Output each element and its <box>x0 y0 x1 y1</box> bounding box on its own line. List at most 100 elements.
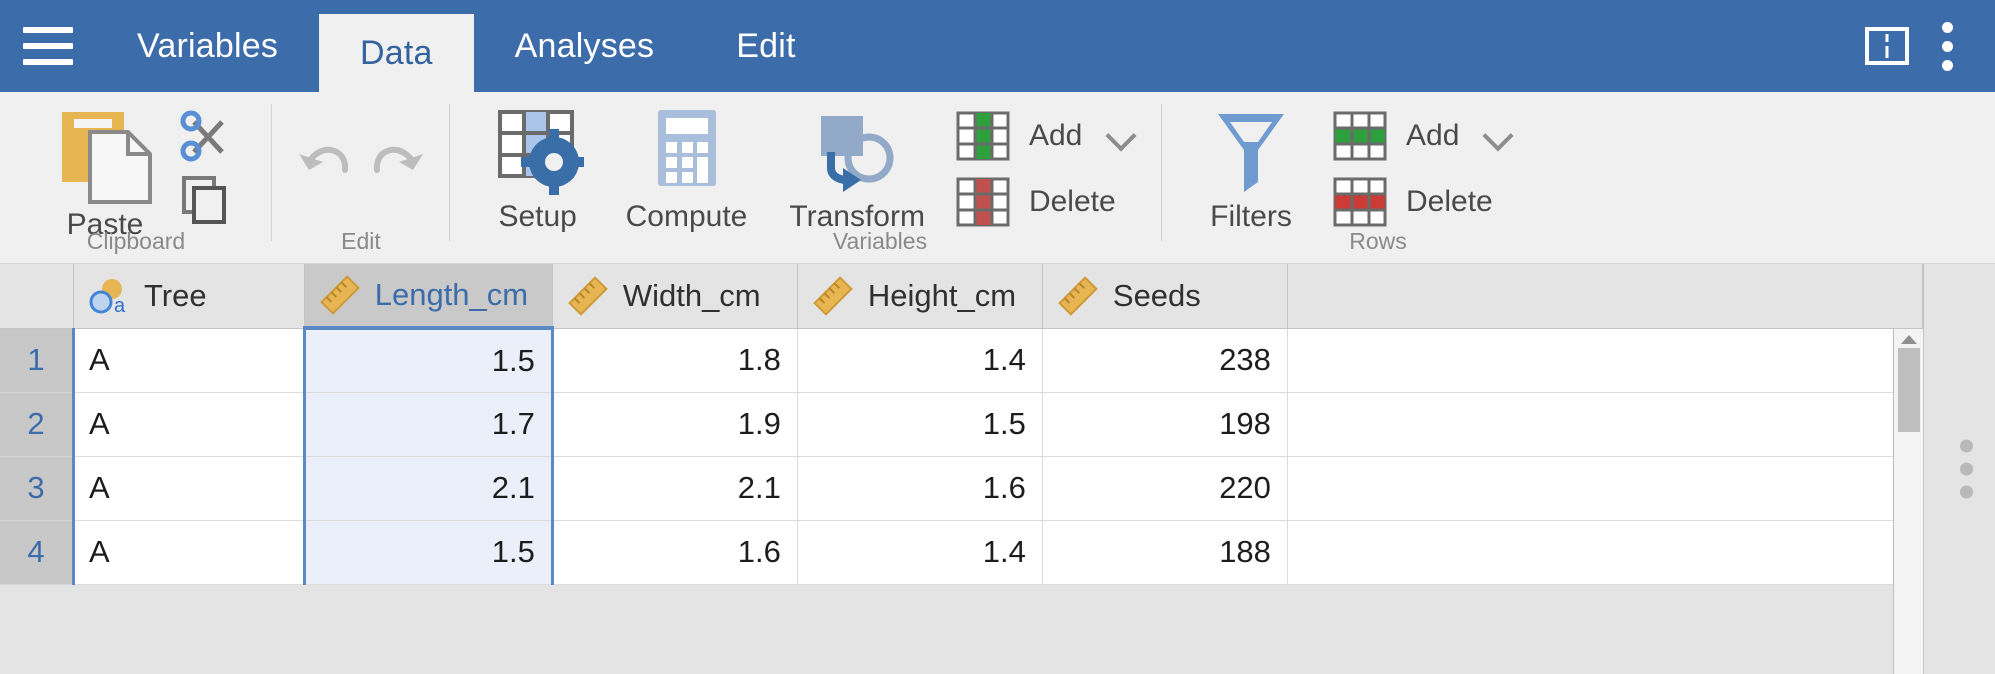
scroll-up-arrow-icon[interactable] <box>1900 335 1917 344</box>
kebab-dot <box>1941 59 1953 71</box>
grid-cell[interactable]: 1.5 <box>797 392 1043 457</box>
undo-arrow-icon <box>299 146 349 173</box>
setup-button[interactable]: Setup <box>480 102 596 236</box>
row-add-button[interactable]: Add <box>1332 110 1514 162</box>
grid-cell[interactable]: A <box>73 328 305 393</box>
row-header[interactable]: 2 <box>0 392 75 457</box>
table-row[interactable]: 1 A 1.5 1.8 1.4 238 <box>0 328 1924 393</box>
kebab-menu-icon[interactable] <box>1927 18 1967 74</box>
transform-button[interactable]: Transform <box>777 102 937 236</box>
paste-icon <box>52 104 158 204</box>
tab-edit[interactable]: Edit <box>695 0 836 92</box>
grid-cell[interactable]: 2.1 <box>302 456 554 521</box>
row-header[interactable]: 1 <box>0 328 75 393</box>
copy-icon <box>182 176 226 224</box>
undo-button[interactable] <box>291 136 357 196</box>
ribbon-group-label-variables: Variables <box>832 228 928 254</box>
compute-label: Compute <box>625 200 748 233</box>
grid-cell[interactable]: 1.9 <box>552 392 798 457</box>
tab-label: Edit <box>736 26 796 65</box>
clipboard-small-buttons <box>176 102 232 226</box>
row-add-chevron-down-icon[interactable] <box>1482 120 1514 152</box>
column-header-empty[interactable] <box>1287 264 1924 329</box>
ribbon-toolbar: Paste Clipboard Edit Setup Compute Trans… <box>0 92 1995 264</box>
hamburger-menu-icon[interactable] <box>0 0 96 92</box>
ribbon-group-rows: Filters Add Delete Rows <box>1162 92 1514 263</box>
row-add-green-icon <box>1333 111 1387 161</box>
row-header[interactable]: 3 <box>0 456 75 521</box>
variable-delete-button[interactable]: Delete <box>955 176 1132 228</box>
grip-dot <box>1960 485 1973 499</box>
variable-add-chevron-down-icon[interactable] <box>1105 120 1137 152</box>
hamburger-bar <box>23 43 73 49</box>
grid-cell[interactable]: 188 <box>1042 520 1288 585</box>
continuous-ruler-icon <box>813 275 853 316</box>
column-header-seeds[interactable]: Seeds <box>1042 264 1288 329</box>
split-view-icon[interactable] <box>1865 27 1909 65</box>
column-header-length-cm[interactable]: Length_cm <box>304 264 553 330</box>
column-header-width-cm[interactable]: Width_cm <box>552 264 798 329</box>
grid-cell[interactable]: A <box>73 456 305 521</box>
ribbon-group-label-clipboard: Clipboard <box>86 228 186 254</box>
compute-button[interactable]: Compute <box>614 102 760 236</box>
grid-cell[interactable]: 1.5 <box>302 328 554 393</box>
grid-cell[interactable]: 1.4 <box>797 328 1043 393</box>
grid-cell[interactable] <box>1287 328 1924 393</box>
menu-bar: Variables Data Analyses Edit <box>0 0 1995 92</box>
grid-cell[interactable]: 2.1 <box>552 456 798 521</box>
grid-cell[interactable]: 1.6 <box>797 456 1043 521</box>
panel-resize-grip[interactable] <box>1960 439 1973 499</box>
continuous-ruler-icon <box>319 275 360 315</box>
continuous-ruler-icon <box>568 275 608 316</box>
tab-analyses[interactable]: Analyses <box>474 0 696 92</box>
filters-button[interactable]: Filters <box>1196 102 1306 236</box>
grid-cell[interactable] <box>1287 392 1924 457</box>
column-header-tree[interactable]: a Tree <box>73 264 305 329</box>
variable-add-label: Add <box>1028 119 1083 152</box>
hamburger-bar <box>23 59 73 65</box>
menu-bar-right-controls <box>1865 0 1995 92</box>
grid-cell[interactable]: A <box>73 520 305 585</box>
grid-cell[interactable]: 1.5 <box>302 520 554 585</box>
vertical-scrollbar[interactable] <box>1893 329 1923 674</box>
grid-cell[interactable]: A <box>73 392 305 457</box>
funnel-icon <box>1208 104 1294 196</box>
grid-cell[interactable] <box>1287 520 1924 585</box>
grid-body: 1 A 1.5 1.8 1.4 238 2 A 1.7 1.9 1.5 198 … <box>0 328 1924 585</box>
grid-right-gutter <box>1923 264 1995 674</box>
row-header[interactable]: 4 <box>0 520 75 585</box>
cut-button[interactable] <box>176 108 232 164</box>
grid-cell[interactable] <box>1287 456 1924 521</box>
row-add-label: Add <box>1406 119 1460 152</box>
tab-variables[interactable]: Variables <box>96 0 319 92</box>
column-delete-red-icon <box>956 177 1010 227</box>
copy-button[interactable] <box>176 170 232 226</box>
paste-button[interactable]: Paste <box>40 102 170 244</box>
column-header-height-cm[interactable]: Height_cm <box>797 264 1043 329</box>
grid-cell[interactable]: 198 <box>1042 392 1288 457</box>
column-header-label: Height_cm <box>867 277 1017 313</box>
grid-cell[interactable]: 220 <box>1042 456 1288 521</box>
grip-dot <box>1960 462 1973 476</box>
table-row[interactable]: 2 A 1.7 1.9 1.5 198 <box>0 392 1924 457</box>
grid-cell[interactable]: 1.7 <box>302 392 554 457</box>
spreadsheet: a Tree Length_cm Width_cm Height_cm Seed… <box>0 264 1924 585</box>
tab-label: Variables <box>137 26 279 65</box>
scrollbar-thumb[interactable] <box>1897 348 1920 432</box>
grid-cell[interactable]: 238 <box>1042 328 1288 393</box>
tab-data[interactable]: Data <box>319 14 474 92</box>
data-grid[interactable]: a Tree Length_cm Width_cm Height_cm Seed… <box>0 264 1995 674</box>
svg-text:a: a <box>114 295 126 316</box>
calculator-icon <box>644 104 730 196</box>
grid-cell[interactable]: 1.8 <box>552 328 798 393</box>
column-header-label: Width_cm <box>622 277 761 313</box>
grid-cell[interactable]: 1.6 <box>552 520 798 585</box>
variable-add-button[interactable]: Add <box>955 110 1137 162</box>
grid-cell[interactable]: 1.4 <box>797 520 1043 585</box>
table-row[interactable]: 3 A 2.1 2.1 1.6 220 <box>0 456 1924 521</box>
row-delete-button[interactable]: Delete <box>1332 176 1509 228</box>
grip-dot <box>1960 439 1973 453</box>
kebab-dot <box>1941 21 1953 33</box>
redo-button[interactable] <box>365 136 431 196</box>
table-row[interactable]: 4 A 1.5 1.6 1.4 188 <box>0 520 1924 585</box>
